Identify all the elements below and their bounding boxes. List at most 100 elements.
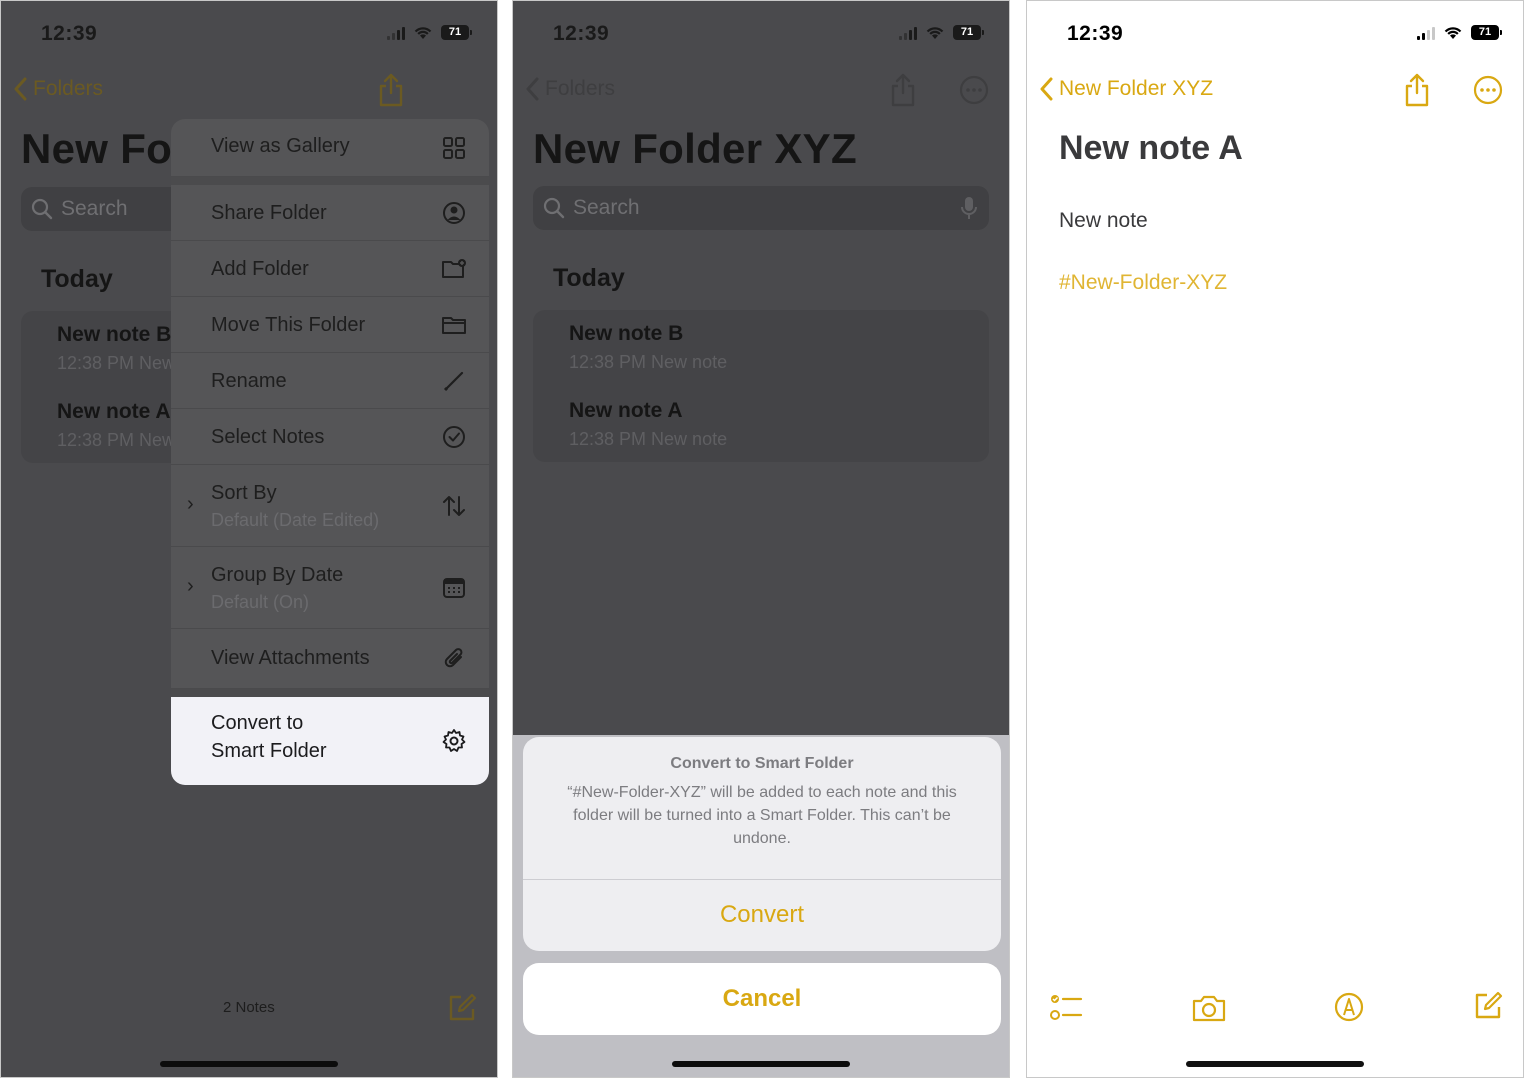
chevron-left-icon bbox=[1040, 77, 1053, 101]
back-label: New Folder XYZ bbox=[1059, 77, 1214, 100]
menu-label: Convert to bbox=[211, 712, 304, 734]
note-title: New note B bbox=[569, 322, 684, 345]
menu-item-move-folder[interactable]: Move This Folder bbox=[171, 297, 489, 353]
chevron-left-icon bbox=[14, 77, 27, 101]
share-icon[interactable] bbox=[1403, 73, 1431, 107]
notes-count: 2 Notes bbox=[223, 999, 275, 1016]
chevron-left-icon bbox=[526, 77, 539, 101]
chevron-right-icon: › bbox=[187, 575, 194, 597]
back-button[interactable]: New Folder XYZ bbox=[1039, 77, 1213, 101]
pencil-icon bbox=[443, 371, 464, 392]
status-time: 12:39 bbox=[1067, 22, 1124, 45]
share-icon[interactable] bbox=[377, 73, 405, 107]
note-tag[interactable]: #New-Folder-XYZ bbox=[1059, 271, 1227, 295]
menu-label: Sort By bbox=[211, 482, 277, 504]
grid-icon bbox=[443, 137, 465, 159]
menu-item-select-notes[interactable]: Select Notes bbox=[171, 409, 489, 465]
alert-message: “#New-Folder-XYZ” will be added to each … bbox=[567, 784, 957, 847]
wifi-icon bbox=[1444, 27, 1462, 39]
status-time: 12:39 bbox=[553, 22, 610, 45]
folder-icon bbox=[442, 317, 466, 334]
camera-icon[interactable] bbox=[1191, 993, 1227, 1023]
list-item[interactable]: New note A 12:38 PM New note bbox=[569, 399, 727, 450]
mic-icon[interactable] bbox=[961, 196, 977, 220]
share-icon[interactable] bbox=[889, 73, 917, 107]
signal-icon bbox=[899, 26, 917, 40]
compose-icon[interactable] bbox=[1473, 991, 1503, 1021]
wifi-icon bbox=[926, 27, 944, 39]
more-icon[interactable] bbox=[959, 75, 989, 105]
note-body[interactable]: New note bbox=[1059, 209, 1148, 233]
signal-icon bbox=[387, 26, 405, 40]
menu-item-view-attachments[interactable]: View Attachments bbox=[171, 629, 489, 689]
folder-title: New Folder XYZ bbox=[533, 125, 857, 172]
battery-icon: 71 bbox=[1471, 25, 1502, 40]
person-circle-icon bbox=[443, 202, 465, 224]
back-label: Folders bbox=[33, 77, 104, 100]
menu-item-add-folder[interactable]: Add Folder bbox=[171, 241, 489, 297]
menu-label: Select Notes bbox=[211, 426, 325, 448]
search-placeholder: Search bbox=[61, 197, 128, 220]
battery-icon: 71 bbox=[441, 25, 472, 40]
search-icon bbox=[543, 197, 565, 219]
chevron-right-icon: › bbox=[187, 493, 194, 515]
menu-label: Add Folder bbox=[211, 258, 309, 280]
checklist-icon[interactable] bbox=[1049, 991, 1083, 1023]
battery-icon: 71 bbox=[953, 25, 984, 40]
search-placeholder: Search bbox=[573, 196, 640, 219]
markup-icon[interactable] bbox=[1333, 991, 1365, 1023]
screen-convert-alert: 12:39 71 Folders New Folder XYZ Search T… bbox=[512, 0, 1010, 1078]
menu-label: Move This Folder bbox=[211, 314, 366, 336]
compose-icon[interactable] bbox=[447, 993, 477, 1023]
back-button[interactable]: Folders bbox=[13, 77, 103, 101]
menu-item-convert-smart-folder[interactable]: Convert to Smart Folder bbox=[171, 697, 489, 785]
menu-separator bbox=[171, 177, 489, 185]
menu-sublabel: Default (On) bbox=[211, 592, 310, 612]
home-indicator[interactable] bbox=[160, 1061, 338, 1067]
menu-label: Group By Date bbox=[211, 564, 344, 586]
menu-label: Rename bbox=[211, 370, 287, 392]
search-input[interactable]: Search bbox=[533, 186, 989, 230]
folder-title: New Fo bbox=[21, 125, 173, 172]
screen-note-view: 12:39 71 New Folder XYZ New note A New n… bbox=[1026, 0, 1524, 1078]
status-icons: 71 bbox=[387, 25, 472, 40]
menu-sublabel: Default (Date Edited) bbox=[211, 510, 380, 530]
note-title: New note A bbox=[569, 399, 683, 422]
menu-item-share-folder[interactable]: Share Folder bbox=[171, 185, 489, 241]
sort-arrows-icon bbox=[443, 496, 465, 516]
notes-list: New note B 12:38 PM New note New note A … bbox=[533, 310, 989, 462]
cancel-button[interactable]: Cancel bbox=[523, 963, 1001, 1035]
convert-alert: Convert to Smart Folder “#New-Folder-XYZ… bbox=[523, 737, 1001, 951]
convert-button[interactable]: Convert bbox=[523, 879, 1001, 951]
alert-title: Convert to Smart Folder bbox=[670, 755, 854, 772]
status-icons: 71 bbox=[899, 25, 984, 40]
menu-label: View as Gallery bbox=[211, 135, 350, 157]
home-indicator[interactable] bbox=[1186, 1061, 1364, 1067]
back-button[interactable]: Folders bbox=[525, 77, 615, 101]
search-icon bbox=[31, 198, 53, 220]
menu-item-sort-by[interactable]: › Sort By Default (Date Edited) bbox=[171, 465, 489, 547]
home-indicator[interactable] bbox=[672, 1061, 850, 1067]
menu-label: View Attachments bbox=[211, 647, 370, 669]
note-meta: 12:38 PM New note bbox=[569, 429, 728, 449]
menu-item-view-gallery[interactable]: View as Gallery bbox=[171, 119, 489, 177]
gear-icon bbox=[442, 729, 466, 752]
note-title[interactable]: New note A bbox=[1059, 129, 1243, 168]
menu-label: Smart Folder bbox=[211, 740, 327, 762]
menu-item-group-by[interactable]: › Group By Date Default (On) bbox=[171, 547, 489, 629]
back-label: Folders bbox=[545, 77, 616, 100]
signal-icon bbox=[1417, 26, 1435, 40]
paperclip-icon bbox=[444, 648, 463, 668]
menu-separator bbox=[171, 689, 489, 697]
calendar-icon bbox=[443, 578, 465, 598]
folder-plus-icon bbox=[442, 259, 466, 278]
checkmark-circle-icon bbox=[443, 426, 465, 448]
menu-label: Share Folder bbox=[211, 202, 327, 224]
status-time: 12:39 bbox=[41, 22, 98, 45]
list-item[interactable]: New note B 12:38 PM New note bbox=[569, 322, 727, 373]
more-icon[interactable] bbox=[1473, 75, 1503, 105]
section-today: Today bbox=[553, 264, 625, 292]
status-icons: 71 bbox=[1417, 25, 1502, 40]
screen-folder-menu: 12:39 71 Folders New Fo Search Today New… bbox=[0, 0, 498, 1078]
menu-item-rename[interactable]: Rename bbox=[171, 353, 489, 409]
